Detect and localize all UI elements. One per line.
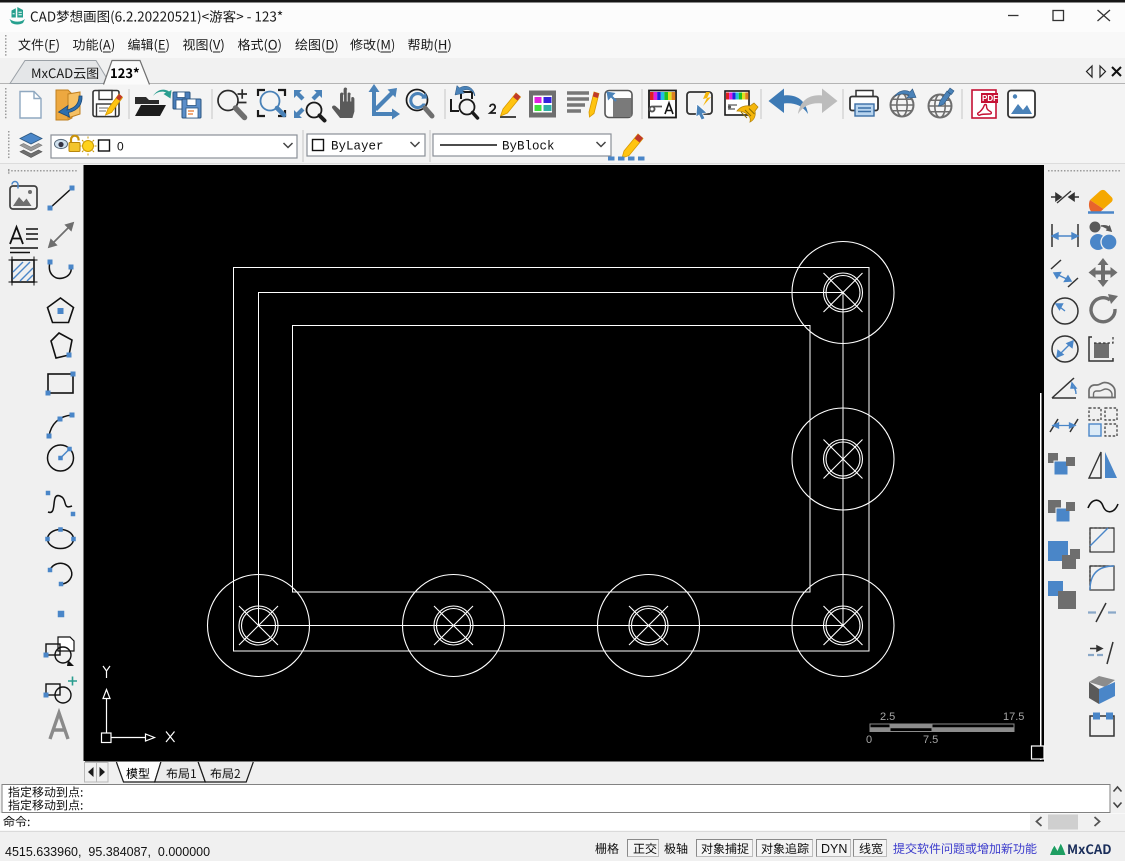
svg-text:17.5: 17.5 <box>1003 711 1024 723</box>
svg-text:4515.633960, 95.384087, 0.00: 4515.633960, 95.384087, 0.000000 <box>5 845 210 859</box>
svg-text:ByLayer: ByLayer <box>331 140 384 154</box>
svg-text:2.5: 2.5 <box>880 711 895 723</box>
svg-text:ByBlock: ByBlock <box>502 140 555 154</box>
svg-text:PDF: PDF <box>982 94 998 103</box>
svg-text:7.5: 7.5 <box>923 734 938 746</box>
svg-text:0: 0 <box>117 140 124 154</box>
svg-text:DYN: DYN <box>821 842 847 856</box>
svg-text:0: 0 <box>866 734 872 746</box>
